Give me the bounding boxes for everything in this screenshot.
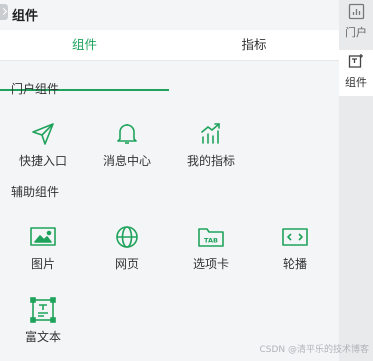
rail-item-components[interactable]: 组件 [339,50,373,96]
carousel-icon [280,222,310,252]
right-rail: 门户 组件 [339,0,373,361]
component-panel: 组件 组件 指标 门户组件 快捷入口 消息中心 我的指标 辅助组件 图片 网页 … [0,0,339,361]
send-icon [28,119,58,149]
rail-label: 门户 [345,26,367,39]
tab-metrics[interactable]: 指标 [169,30,339,61]
tab-bar: 组件 指标 [0,30,339,91]
component-label: 选项卡 [192,257,229,271]
component-label: 我的指标 [186,154,235,168]
collapse-button[interactable] [0,4,8,20]
component-item-quick-entry[interactable]: 快捷入口 [7,119,79,179]
image-icon [28,222,58,252]
panel-header: 组件 [0,0,339,28]
bar-trend-icon [196,119,226,149]
component-label: 图片 [30,257,55,271]
tab-icon: TAB [196,222,226,252]
watermark: CSDN @清平乐的技术博客 [259,345,369,355]
component-label: 消息中心 [102,154,151,168]
globe-icon [112,222,142,252]
component-item-my-metrics[interactable]: 我的指标 [175,119,247,179]
component-item-message-center[interactable]: 消息中心 [91,119,163,179]
component-icon [348,53,365,70]
component-item-rich-text[interactable]: 富文本 [7,295,79,355]
tab-components[interactable]: 组件 [0,30,169,61]
rail-label: 组件 [345,76,367,89]
component-label: 快捷入口 [18,154,67,168]
panel-title: 组件 [12,9,39,24]
rail-item-portal[interactable]: 门户 [339,0,373,46]
component-label: 轮播 [282,257,307,271]
svg-text:TAB: TAB [204,237,218,245]
component-item-carousel[interactable]: 轮播 [259,222,331,282]
section-title-portal: 门户组件 [11,82,60,96]
component-item-webpage[interactable]: 网页 [91,222,163,282]
chart-icon [348,3,365,20]
component-label: 网页 [114,257,139,271]
component-label: 富文本 [24,330,61,344]
section-title-auxiliary: 辅助组件 [11,185,60,199]
component-item-tabs[interactable]: TAB 选项卡 [175,222,247,282]
bell-icon [112,119,142,149]
rich-text-icon [28,295,58,325]
component-item-image[interactable]: 图片 [7,222,79,282]
